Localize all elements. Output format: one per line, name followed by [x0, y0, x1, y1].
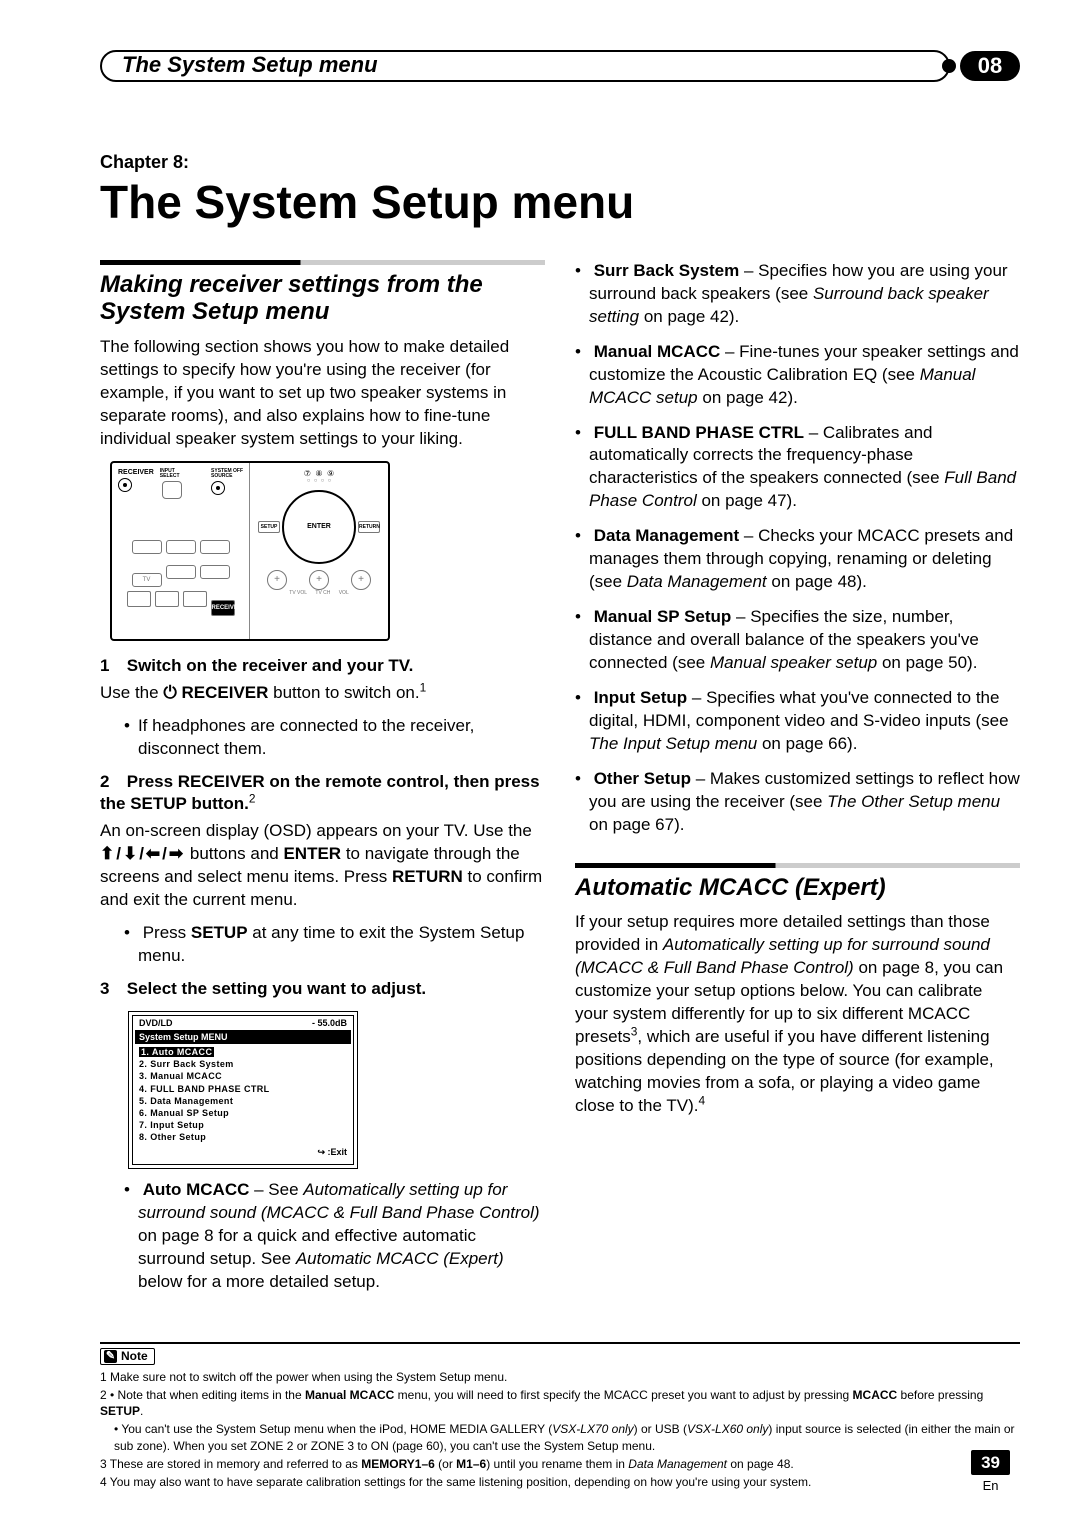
step-2-bullet: Press SETUP at any time to exit the Syst…	[124, 922, 545, 968]
intro-paragraph: The following section shows you how to m…	[100, 336, 545, 451]
step-2: 2 Press RECEIVER on the remote control, …	[100, 771, 545, 817]
step-number: 3	[100, 978, 122, 1001]
bullet-surr-back: Surr Back System – Specifies how you are…	[589, 260, 1020, 329]
page-lang: En	[971, 1479, 1010, 1492]
osd-title: System Setup MENU	[135, 1030, 351, 1044]
footnote-2b: • You can't use the System Setup menu wh…	[100, 1421, 1020, 1453]
step-title: Switch on the receiver and your TV.	[127, 656, 414, 675]
bullet-other-setup: Other Setup – Makes customized settings …	[589, 768, 1020, 837]
bullet-manual-sp: Manual SP Setup – Specifies the size, nu…	[589, 606, 1020, 675]
step-number: 1	[100, 655, 122, 678]
chapter-number-pill: 08	[960, 51, 1020, 81]
osd-source: DVD/LD	[139, 1018, 173, 1028]
note-icon: ✎	[104, 1350, 117, 1363]
footnotes: ✎ Note 1 Make sure not to switch off the…	[100, 1342, 1020, 1490]
osd-level: - 55.0dB	[312, 1018, 347, 1028]
power-icon	[118, 478, 132, 492]
step-1: 1 Switch on the receiver and your TV.	[100, 655, 545, 678]
osd-screenshot: DVD/LD - 55.0dB System Setup MENU 1. Aut…	[128, 1011, 358, 1169]
page-number: 39	[971, 1450, 1010, 1475]
osd-item: 2. Surr Back System	[139, 1058, 347, 1070]
bullet-auto-mcacc: Auto MCACC – See Automatically setting u…	[124, 1179, 545, 1294]
chapter-title: The System Setup menu	[100, 178, 1020, 226]
right-column: Surr Back System – Specifies how you are…	[575, 260, 1020, 1304]
chapter-label: Chapter 8:	[100, 152, 1020, 174]
step-1-body: Use the ⏻ RECEIVER button to switch on.1	[100, 682, 545, 705]
bullet-fbpc: FULL BAND PHASE CTRL – Calibrates and au…	[589, 422, 1020, 514]
left-column: Making receiver settings from the System…	[100, 260, 545, 1304]
step-number: 2	[100, 771, 122, 794]
page-footer: 39 En	[971, 1450, 1010, 1492]
footnote-1: 1 Make sure not to switch off the power …	[100, 1369, 1020, 1385]
running-title: The System Setup menu	[122, 52, 378, 77]
osd-item: 6. Manual SP Setup	[139, 1107, 347, 1119]
bullet-data-mgmt: Data Management – Checks your MCACC pres…	[589, 525, 1020, 594]
section-heading: Making receiver settings from the System…	[100, 271, 545, 326]
bullet-input-setup: Input Setup – Specifies what you've conn…	[589, 687, 1020, 756]
nav-arrows-icon: ⬆/⬇/⬅/➡	[100, 844, 185, 863]
two-column-body: Making receiver settings from the System…	[100, 260, 1020, 1304]
footnote-3: 3 These are stored in memory and referre…	[100, 1456, 1020, 1472]
section-rule	[100, 260, 545, 265]
remote-diagram: RECEIVER INPUTSELECT SYSTEM OFFSOURCE	[110, 461, 390, 641]
osd-item: 8. Other Setup	[139, 1131, 347, 1143]
osd-item: 7. Input Setup	[139, 1119, 347, 1131]
header-bar: The System Setup menu 08	[100, 50, 1020, 82]
bullet-manual-mcacc: Manual MCACC – Fine-tunes your speaker s…	[589, 341, 1020, 410]
section-rule	[575, 863, 1020, 868]
sec2-body: If your setup requires more detailed set…	[575, 911, 1020, 1117]
power-glyph: ⏻	[163, 683, 181, 702]
note-badge: ✎ Note	[100, 1348, 155, 1365]
osd-item: 4. FULL BAND PHASE CTRL	[139, 1083, 347, 1095]
step-3: 3 Select the setting you want to adjust.	[100, 978, 545, 1001]
chapter-number: 08	[978, 53, 1002, 78]
note-label: Note	[121, 1350, 148, 1362]
step-title: Press RECEIVER on the remote control, th…	[100, 772, 540, 814]
osd-exit: ↪ :Exit	[139, 1147, 347, 1158]
osd-item: 3. Manual MCACC	[139, 1070, 347, 1082]
running-title-pill: The System Setup menu	[100, 50, 950, 82]
footnote-4: 4 You may also want to have separate cal…	[100, 1474, 1020, 1490]
section-heading: Automatic MCACC (Expert)	[575, 874, 1020, 902]
footnote-2a: 2 • Note that when editing items in the …	[100, 1387, 1020, 1419]
page: The System Setup menu 08 Chapter 8: The …	[0, 0, 1080, 1528]
step-title: Select the setting you want to adjust.	[127, 979, 426, 998]
osd-item: 5. Data Management	[139, 1095, 347, 1107]
osd-item-selected: 1. Auto MCACC	[139, 1047, 214, 1057]
step-1-bullet: If headphones are connected to the recei…	[124, 715, 545, 761]
step-2-body: An on-screen display (OSD) appears on yo…	[100, 820, 545, 912]
